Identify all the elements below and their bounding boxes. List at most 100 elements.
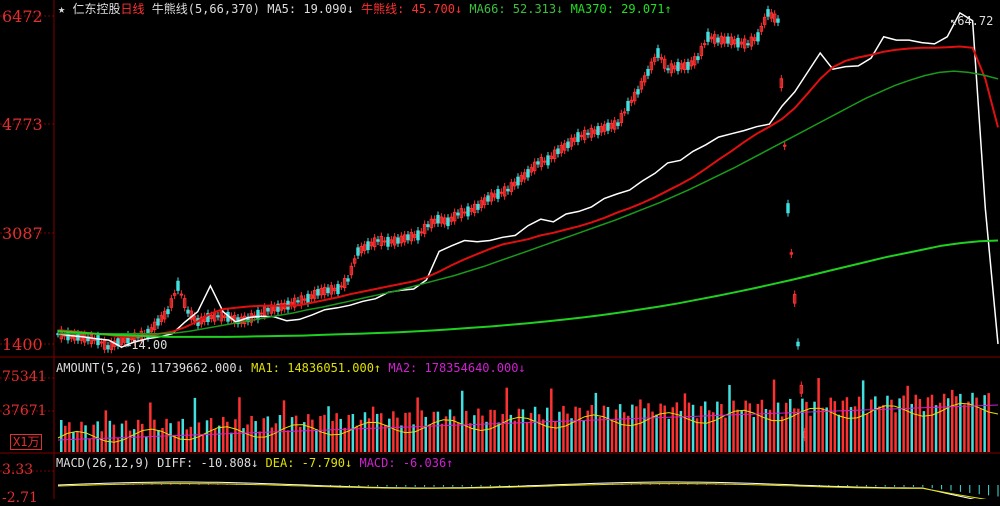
candle-body [626, 101, 630, 112]
chart-header: ★ 仁东控股日线 牛熊线(5,66,370) MA5: 19.090↓ 牛熊线:… [58, 2, 672, 16]
amount-bar [886, 395, 889, 452]
candle-body [756, 32, 760, 42]
amount-bar [311, 419, 314, 452]
amount-bar [100, 431, 103, 452]
amount-bar [234, 419, 237, 452]
amount-bar [420, 410, 423, 452]
amount-bar [412, 424, 415, 452]
candle-body [702, 43, 707, 46]
amount-bar [509, 414, 513, 452]
amount-bar [136, 419, 140, 452]
amount-bar [566, 413, 569, 452]
amount-bar [853, 406, 857, 452]
amount-ma1: MA1: 14836051.000↑ [251, 361, 382, 375]
amount-bar [776, 402, 780, 452]
stock-name: 仁东控股 [72, 2, 121, 16]
amount-title[interactable]: AMOUNT(5,26) [56, 361, 143, 375]
amount-bar [185, 429, 189, 452]
candle-body [556, 148, 560, 155]
amount-bar [780, 416, 784, 452]
candle-body [622, 111, 627, 114]
amount-bar [124, 420, 128, 452]
amount-bar [833, 401, 837, 452]
amount-bar [481, 415, 484, 452]
amount-bar [319, 416, 322, 452]
candle-body [486, 195, 490, 202]
macd-title[interactable]: MACD(26,12,9) [56, 456, 150, 470]
amount-bar [829, 397, 832, 452]
amount-bar [959, 393, 962, 452]
amount-bar [141, 423, 144, 452]
amount-bar [865, 413, 869, 452]
macd-diff: DIFF: -10.808↓ [157, 456, 259, 470]
amount-bar [465, 410, 468, 452]
candle-body [316, 289, 320, 296]
amount-bar [205, 420, 209, 452]
amount-bar [614, 409, 618, 452]
amount-bar [789, 398, 792, 452]
candle-body [496, 189, 500, 199]
amount-bar [116, 437, 120, 452]
price-tick: 3087 [2, 224, 43, 243]
amount-bar [315, 429, 318, 452]
candle-body [386, 236, 390, 247]
amount-bar [898, 398, 901, 452]
candle-body [382, 240, 387, 243]
amount-bar [967, 401, 970, 452]
candle-body [596, 126, 600, 136]
amount-bar [307, 414, 310, 452]
candle-body [656, 48, 660, 58]
amount-bar [724, 417, 727, 452]
candle-body [746, 43, 750, 46]
amount-bar [610, 420, 614, 452]
candle-body [396, 237, 400, 244]
amount-bar [428, 424, 432, 452]
amount-bar [303, 422, 306, 452]
amount-bar [266, 416, 270, 452]
amount-bar [716, 401, 719, 452]
indicator-name[interactable]: 牛熊线(5,66,370) [152, 2, 260, 16]
candle-body [186, 309, 190, 314]
amount-bar [914, 394, 918, 452]
amount-tick: 37671 [2, 403, 47, 419]
amount-bar [80, 421, 83, 452]
amount-bar [436, 411, 440, 452]
candle-body [726, 36, 730, 44]
candle-body [736, 37, 740, 48]
candle-body [419, 231, 424, 234]
amount-bar [230, 432, 233, 452]
candle-body [296, 300, 300, 303]
candle-body [766, 9, 770, 17]
candle-body [339, 285, 344, 288]
favorite-star-icon[interactable]: ★ [58, 2, 65, 16]
amount-bar [934, 405, 938, 452]
amount-bar [88, 438, 91, 452]
amount-bar [501, 414, 504, 452]
period-label[interactable]: 日线 [120, 2, 144, 16]
amount-bar [772, 379, 776, 452]
high-annotation: ↖64.72 [950, 14, 994, 28]
amount-bar [987, 393, 990, 452]
amount-bar [801, 398, 804, 452]
amount-bar [857, 396, 861, 452]
candle-body [426, 224, 430, 228]
amount-bar [878, 406, 881, 452]
amount-bar [456, 423, 460, 452]
amount-bar [817, 378, 820, 452]
chart-canvas[interactable] [0, 0, 1000, 505]
amount-bar [72, 431, 75, 452]
amount-bar [837, 414, 841, 452]
amount-bar [562, 405, 565, 452]
amount-bar [339, 418, 342, 452]
amount-bar [708, 410, 711, 452]
amount-bar [683, 393, 687, 452]
amount-bar [68, 422, 71, 452]
amount-bar [849, 407, 853, 452]
amount-bar [153, 419, 156, 452]
amount-bar [821, 407, 824, 452]
amount-bar [784, 402, 788, 452]
amount-bar [643, 408, 646, 452]
amount-bar [331, 420, 334, 452]
amount-bar [874, 396, 877, 452]
amount-bar [327, 406, 330, 452]
